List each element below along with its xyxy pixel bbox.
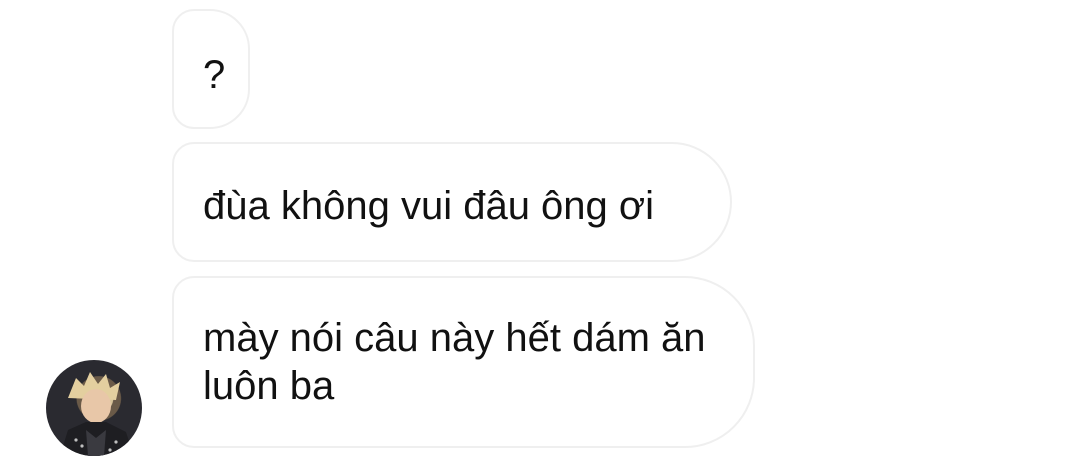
message-bubble[interactable]: đùa không vui đâu ông ơi: [172, 142, 732, 262]
message-text: mày nói câu này hết dám ăn luôn ba: [203, 316, 706, 408]
message-bubble[interactable]: mày nói câu này hết dám ăn luôn ba: [172, 276, 755, 448]
message-text: đùa không vui đâu ông ơi: [203, 184, 655, 228]
avatar[interactable]: [46, 360, 142, 456]
chat-thread: ? đùa không vui đâu ông ơi mày nói câu n…: [0, 0, 1080, 466]
message-text: ?: [203, 53, 226, 97]
message-bubble[interactable]: ?: [172, 9, 250, 129]
avatar-image-icon: [60, 372, 134, 456]
